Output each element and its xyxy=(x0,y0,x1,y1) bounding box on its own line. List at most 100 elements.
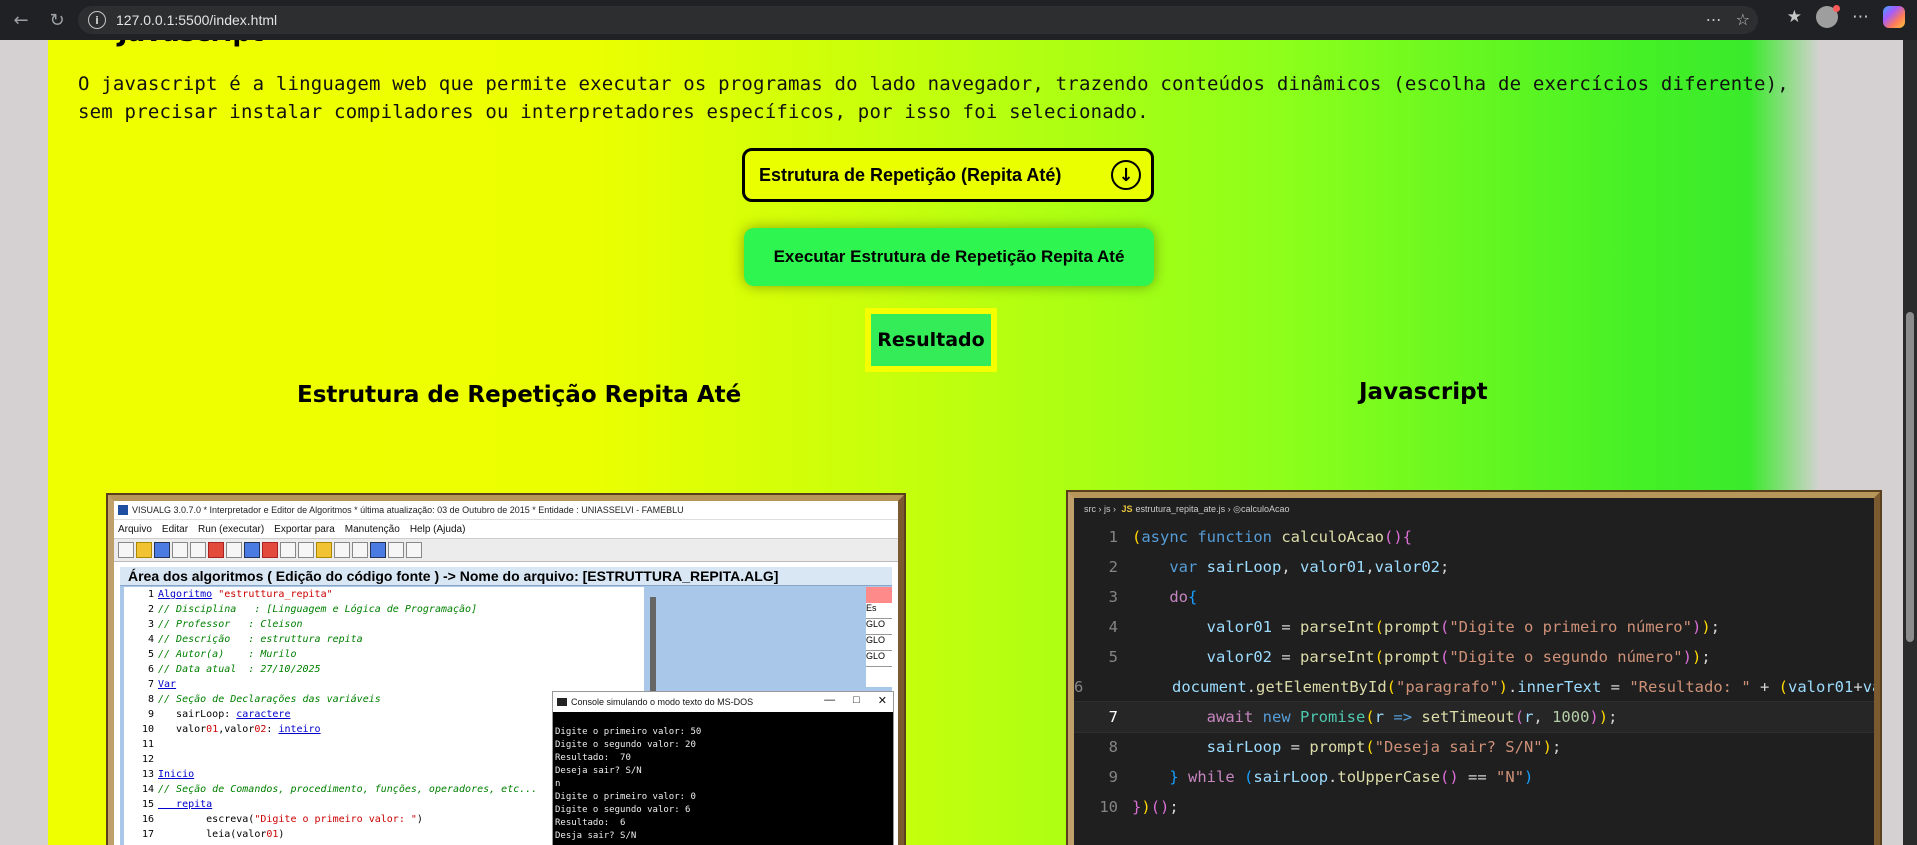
copilot-icon[interactable] xyxy=(1883,6,1905,28)
visualg-toolbar xyxy=(114,538,898,562)
browser-toolbar: ← ↻ i 127.0.0.1:5500/index.html ⋯ ☆ ★ ⋯ xyxy=(0,0,1917,40)
editor-line-number: 3 xyxy=(1108,588,1118,606)
line-number: 7 xyxy=(147,679,154,690)
editor-token: 1000 xyxy=(1552,708,1590,726)
editor-token: do xyxy=(1169,588,1188,606)
editor-line: 4 valor01 = parseInt(prompt("Digite o pr… xyxy=(1074,612,1874,642)
editor-token: ( xyxy=(1374,648,1384,666)
editor-token: = xyxy=(1271,618,1300,636)
line-number: 13 xyxy=(141,769,154,780)
arrow-down-circle-icon[interactable]: ↓ xyxy=(1111,160,1141,190)
line-number: 2 xyxy=(147,604,154,615)
editor-token: ( xyxy=(1439,618,1450,636)
paste-icon xyxy=(298,542,314,558)
editor-token: = xyxy=(1601,678,1630,696)
editor-token: + xyxy=(1853,678,1863,696)
intro-paragraph: O javascript é a linguagem web que permi… xyxy=(78,73,1789,123)
code-editor-screenshot: src › js › JS estrutura_repita_ate.js › ◎… xyxy=(1068,492,1880,845)
visualg-menu-item: Editar xyxy=(161,523,189,535)
editor-token: toUpperCase xyxy=(1337,768,1441,786)
code-token: ) xyxy=(278,829,285,840)
line-number: 1 xyxy=(147,589,154,600)
result-label: Resultado xyxy=(877,329,985,351)
algorithm-panel-title: Área dos algoritmos ( Edição do código f… xyxy=(120,567,892,586)
new-file-icon xyxy=(118,542,134,558)
code-token: ,valor xyxy=(218,724,255,735)
editor-token: r xyxy=(1524,708,1534,726)
line-number: 9 xyxy=(147,709,154,720)
editor-token: "Digite o segundo número" xyxy=(1449,648,1683,666)
code-token: // Disciplina : [Linguagem e Lógica de P… xyxy=(158,604,478,615)
code-line: 2 // Disciplina : [Linguagem e Lógica de … xyxy=(124,602,644,617)
editor-token: valor01 xyxy=(1788,678,1854,696)
execute-button[interactable]: Executar Estrutura de Repetição Repita A… xyxy=(744,228,1154,286)
url-text[interactable]: 127.0.0.1:5500/index.html xyxy=(116,12,277,28)
site-info-icon[interactable]: i xyxy=(88,11,106,29)
editor-token: () xyxy=(1384,528,1403,546)
editor-token: ; xyxy=(1701,648,1711,666)
editor-token xyxy=(1132,618,1207,636)
code-token: caractere xyxy=(236,709,291,720)
profile-avatar[interactable] xyxy=(1816,5,1840,28)
editor-token: . xyxy=(1246,678,1256,696)
editor-token xyxy=(1253,708,1262,726)
editor-line: 10})(); xyxy=(1074,792,1874,822)
favorites-icon[interactable]: ★ xyxy=(1787,7,1802,27)
exercise-select-value: Estrutura de Repetição (Repita Até) xyxy=(759,164,1062,185)
console-icon xyxy=(557,698,567,706)
variable-label: GLO xyxy=(866,651,892,667)
line-number: 10 xyxy=(141,724,154,735)
code-token: // Data atual : 27/10/2025 xyxy=(158,664,321,675)
editor-token: ( xyxy=(1365,738,1375,756)
help-icon xyxy=(370,542,386,558)
editor-line: 2 var sairLoop, valor01, valor02; xyxy=(1074,552,1874,582)
visualg-title: Estrutura de Repetição Repita Até xyxy=(297,382,742,408)
editor-token: () xyxy=(1150,798,1170,816)
code-token: : xyxy=(266,724,279,735)
editor-token xyxy=(1132,768,1169,786)
editor-token: sairLoop xyxy=(1206,738,1282,756)
code-token: "Digite o primeiro valor: " xyxy=(254,814,417,825)
editor-token: valor02 xyxy=(1206,648,1272,666)
editor-token: . xyxy=(1508,678,1518,696)
line-number: 12 xyxy=(141,754,154,765)
editor-token: r xyxy=(1374,708,1385,726)
editor-token: valor01 xyxy=(1300,558,1366,576)
editor-line: 5 valor02 = parseInt(prompt("Digite o se… xyxy=(1074,642,1874,672)
address-bar[interactable]: i 127.0.0.1:5500/index.html ⋯ ☆ xyxy=(78,6,1758,34)
editor-token: ) xyxy=(1589,708,1599,726)
close-icon: ✕ xyxy=(877,695,887,707)
reload-icon[interactable]: ↻ xyxy=(42,5,72,35)
editor-token: } xyxy=(1132,798,1142,816)
editor-line-number: 4 xyxy=(1108,618,1118,636)
reader-icon[interactable]: ⋯ xyxy=(1706,10,1722,29)
variable-label: GLO xyxy=(866,635,892,651)
editor-line: 1 (async function calculoAcao(){ xyxy=(1074,522,1874,552)
page-scrollbar[interactable] xyxy=(1903,40,1917,845)
menu-dots-icon[interactable]: ⋯ xyxy=(1852,7,1869,27)
exercise-select[interactable]: Estrutura de Repetição (Repita Até) ↓ xyxy=(742,148,1154,202)
back-icon[interactable]: ← xyxy=(6,5,36,35)
editor-token: "paragrafo" xyxy=(1396,678,1499,696)
editor-token: valor01 xyxy=(1206,618,1272,636)
code-line: 7 Var xyxy=(124,677,644,692)
editor-token: Promise xyxy=(1300,708,1366,726)
editor-token: await xyxy=(1206,708,1254,726)
code-token: 01 xyxy=(206,724,219,735)
editor-token: ( xyxy=(1439,648,1450,666)
editor-token: ; xyxy=(1169,798,1179,816)
editor-token xyxy=(1132,648,1207,666)
line-number: 6 xyxy=(147,664,154,675)
bookmark-star-icon[interactable]: ☆ xyxy=(1736,10,1750,29)
editor-token: valor02 xyxy=(1374,558,1440,576)
page-scrollbar-thumb[interactable] xyxy=(1906,312,1914,642)
editor-token: async function xyxy=(1141,528,1272,546)
editor-line-number: 9 xyxy=(1108,768,1118,786)
javascript-title: Javascript xyxy=(1359,379,1488,405)
editor-token: = xyxy=(1281,738,1310,756)
editor-line-number: 10 xyxy=(1099,798,1118,816)
visualg-menu-item: Arquivo xyxy=(118,523,152,535)
editor-token: = xyxy=(1271,648,1300,666)
stop-icon xyxy=(208,542,224,558)
editor-token: { xyxy=(1402,528,1413,546)
